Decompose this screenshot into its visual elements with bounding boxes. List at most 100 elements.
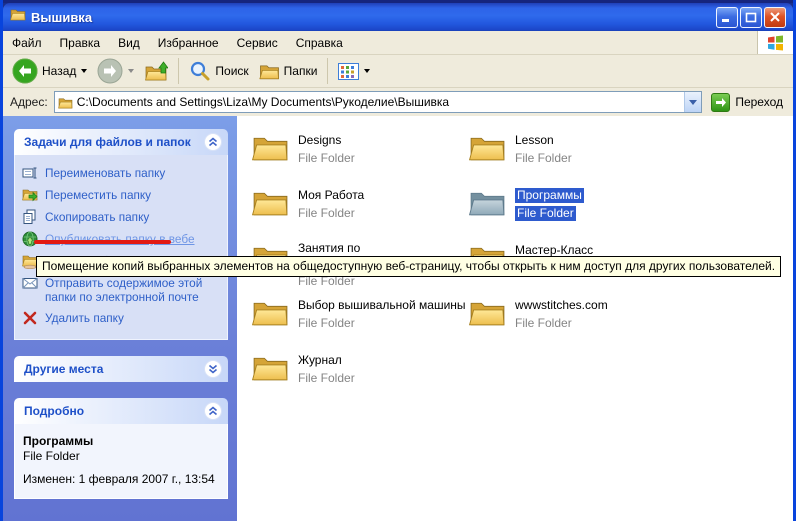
folder-tile-moya-rabota[interactable]: Моя Работа File Folder bbox=[251, 186, 468, 241]
title-bar[interactable]: Вышивка bbox=[3, 3, 793, 31]
folder-type: File Folder bbox=[515, 206, 576, 221]
folder-name: Программы bbox=[515, 188, 584, 203]
task-label: Удалить папку bbox=[45, 311, 124, 325]
folder-type: File Folder bbox=[298, 206, 355, 221]
forward-button[interactable] bbox=[92, 56, 139, 86]
publish-tooltip: Помещение копий выбранных элементов на о… bbox=[36, 256, 781, 277]
folder-name: Моя Работа bbox=[298, 188, 364, 203]
up-button[interactable] bbox=[139, 56, 173, 86]
task-label: Переместить папку bbox=[45, 188, 151, 202]
toolbar: Назад Поиск Папки bbox=[3, 55, 793, 88]
back-arrow-icon bbox=[12, 58, 38, 84]
delete-icon bbox=[22, 310, 38, 326]
address-label: Адрес: bbox=[10, 95, 48, 109]
task-rename-folder[interactable]: Переименовать папку bbox=[22, 163, 223, 185]
folder-type: File Folder bbox=[515, 316, 572, 331]
back-button[interactable]: Назад bbox=[7, 56, 92, 86]
folder-icon bbox=[251, 132, 289, 168]
window-folder-icon bbox=[10, 7, 26, 27]
go-arrow-icon bbox=[711, 93, 730, 112]
views-button[interactable] bbox=[333, 56, 375, 86]
folders-button[interactable]: Папки bbox=[254, 56, 323, 86]
folder-tile-zhurnal[interactable]: Журнал File Folder bbox=[251, 351, 468, 406]
search-label: Поиск bbox=[215, 64, 248, 78]
window-title: Вышивка bbox=[31, 10, 711, 25]
task-email-folder[interactable]: Отправить содержимое этой папки по элект… bbox=[22, 273, 223, 308]
collapse-chevron-button[interactable] bbox=[204, 402, 222, 420]
search-button[interactable]: Поиск bbox=[184, 56, 253, 86]
folder-name: Выбор вышивальной машины bbox=[298, 298, 466, 313]
folder-type: File Folder bbox=[298, 371, 355, 386]
menu-view[interactable]: Вид bbox=[109, 31, 149, 54]
other-places-header[interactable]: Другие места bbox=[14, 356, 228, 382]
copy-icon bbox=[22, 209, 38, 225]
menu-favorites[interactable]: Избранное bbox=[149, 31, 228, 54]
chevron-down-icon bbox=[689, 100, 697, 105]
file-tasks-title: Задачи для файлов и папок bbox=[24, 135, 191, 149]
folder-type: File Folder bbox=[298, 316, 355, 331]
menu-bar: Файл Правка Вид Избранное Сервис Справка bbox=[3, 31, 793, 55]
file-tasks-panel: Задачи для файлов и папок Переименовать … bbox=[14, 129, 228, 340]
explorer-window: Вышивка Файл Правка Вид Избранное Сервис… bbox=[0, 0, 796, 521]
move-icon bbox=[22, 187, 38, 203]
windows-logo-icon bbox=[758, 31, 793, 54]
folder-icon bbox=[251, 187, 289, 223]
up-folder-icon bbox=[144, 59, 168, 83]
back-dropdown-icon[interactable] bbox=[81, 69, 87, 73]
task-label: Скопировать папку bbox=[45, 210, 149, 224]
folder-tile-vybor-mashiny[interactable]: Выбор вышивальной машины File Folder bbox=[251, 296, 468, 351]
folder-tile-wwwstitches[interactable]: wwwstitches.com File Folder bbox=[468, 296, 685, 351]
details-item-type: File Folder bbox=[23, 449, 219, 463]
go-button[interactable]: Переход bbox=[708, 93, 786, 112]
toolbar-separator bbox=[178, 58, 179, 84]
file-tasks-header[interactable]: Задачи для файлов и папок bbox=[14, 129, 228, 155]
address-input[interactable]: C:\Documents and Settings\Liza\My Docume… bbox=[54, 91, 703, 113]
other-places-panel: Другие места bbox=[14, 356, 228, 382]
maximize-button[interactable] bbox=[740, 7, 762, 28]
collapse-chevron-button[interactable] bbox=[204, 133, 222, 151]
folder-icon bbox=[251, 297, 289, 333]
task-delete-folder[interactable]: Удалить папку bbox=[22, 308, 223, 330]
address-folder-icon bbox=[58, 96, 73, 109]
menu-help[interactable]: Справка bbox=[287, 31, 352, 54]
file-list: DesignsFile Folder LessonFile Folder Моя… bbox=[237, 116, 793, 521]
views-dropdown-icon[interactable] bbox=[364, 69, 370, 73]
details-item-modified: Изменен: 1 февраля 2007 г., 13:54 bbox=[23, 472, 219, 486]
folder-name: Журнал bbox=[298, 353, 342, 368]
menu-tools[interactable]: Сервис bbox=[228, 31, 287, 54]
address-dropdown-button[interactable] bbox=[684, 92, 701, 112]
details-panel: Подробно Программы File Folder Изменен: … bbox=[14, 398, 228, 499]
folder-tile-designs[interactable]: DesignsFile Folder bbox=[251, 131, 468, 186]
folder-name: Lesson bbox=[515, 133, 554, 148]
folder-icon bbox=[251, 352, 289, 388]
address-value: C:\Documents and Settings\Liza\My Docume… bbox=[77, 95, 681, 109]
task-label: Переименовать папку bbox=[45, 166, 165, 180]
expand-chevron-button[interactable] bbox=[204, 360, 222, 378]
task-move-folder[interactable]: Переместить папку bbox=[22, 185, 223, 207]
minimize-button[interactable] bbox=[716, 7, 738, 28]
address-bar: Адрес: C:\Documents and Settings\Liza\My… bbox=[3, 88, 793, 116]
details-title: Подробно bbox=[24, 404, 84, 418]
task-label: Отправить содержимое этой папки по элект… bbox=[45, 276, 223, 304]
email-icon bbox=[22, 275, 38, 291]
folder-name: wwwstitches.com bbox=[515, 298, 608, 313]
folder-tile-programmy-selected[interactable]: Программы File Folder bbox=[468, 186, 685, 241]
menu-file[interactable]: Файл bbox=[3, 31, 51, 54]
back-label: Назад bbox=[42, 64, 76, 78]
details-item-name: Программы bbox=[23, 434, 219, 448]
folder-tile-lesson[interactable]: LessonFile Folder bbox=[468, 131, 685, 186]
go-label: Переход bbox=[735, 95, 783, 109]
close-button[interactable] bbox=[764, 7, 786, 28]
rename-icon bbox=[22, 165, 38, 181]
folder-icon-selected bbox=[468, 187, 506, 223]
forward-dropdown-icon[interactable] bbox=[128, 69, 134, 73]
details-header[interactable]: Подробно bbox=[14, 398, 228, 424]
task-pane-sidebar: Задачи для файлов и папок Переименовать … bbox=[3, 116, 237, 521]
folder-icon bbox=[468, 297, 506, 333]
menu-edit[interactable]: Правка bbox=[51, 31, 110, 54]
red-annotation-underline bbox=[34, 240, 171, 244]
folder-name: Designs bbox=[298, 133, 341, 148]
task-copy-folder[interactable]: Скопировать папку bbox=[22, 207, 223, 229]
toolbar-separator bbox=[327, 58, 328, 84]
search-icon bbox=[189, 60, 211, 82]
